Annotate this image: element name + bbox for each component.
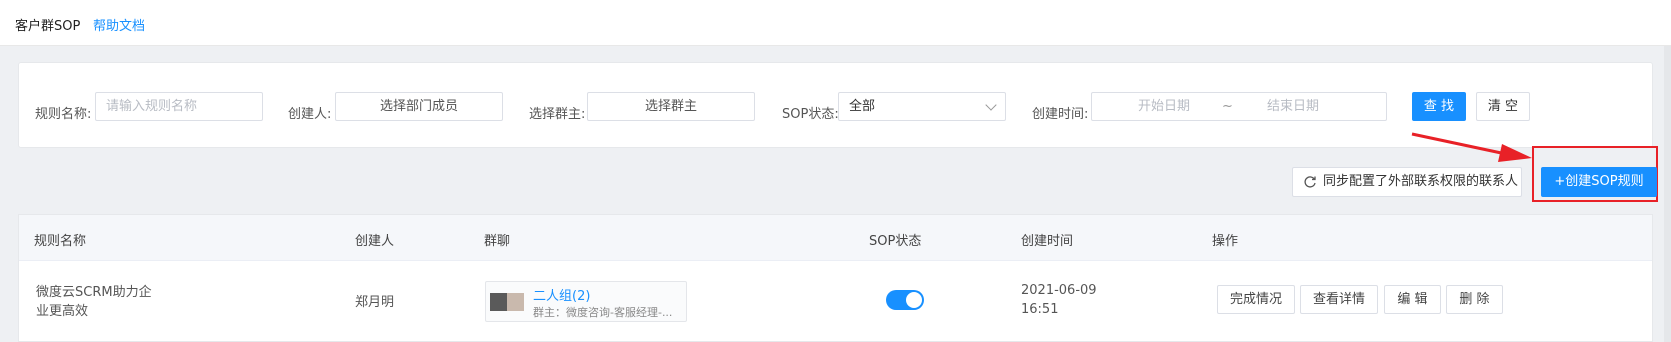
- created-time: 16:51: [1021, 302, 1059, 317]
- scrollbar[interactable]: [1664, 46, 1671, 342]
- start-date-input[interactable]: 开始日期: [1138, 93, 1190, 120]
- created-time-cell: 2021-06-09 16:51: [1021, 281, 1097, 319]
- refresh-icon: [1304, 176, 1316, 188]
- view-details-button[interactable]: 查看详情: [1300, 285, 1378, 314]
- rule-name-line: 业更高效: [36, 304, 89, 319]
- date-range-picker[interactable]: 开始日期 ~ 结束日期: [1091, 92, 1387, 121]
- create-sop-rule-button[interactable]: +创建SOP规则: [1541, 167, 1657, 197]
- date-separator: ~: [1222, 99, 1233, 114]
- help-doc-link[interactable]: 帮助文档: [93, 15, 145, 34]
- page-title: 客户群SOP: [15, 19, 81, 34]
- sync-contacts-button[interactable]: 同步配置了外部联系权限的联系人: [1292, 167, 1522, 197]
- sync-button-label: 同步配置了外部联系权限的联系人: [1323, 174, 1519, 189]
- table-header: 规则名称 创建人 群聊 SOP状态 创建时间 操作: [19, 215, 1652, 261]
- sop-status-select[interactable]: 全部: [838, 92, 1006, 121]
- sop-status-value: 全部: [849, 99, 876, 114]
- group-chat-card: 二人组(2) 群主：微度咨询-客服经理-...: [485, 281, 687, 322]
- sop-status-toggle[interactable]: [886, 290, 924, 310]
- col-operations: 操作: [1212, 234, 1239, 249]
- created-date: 2021-06-09: [1021, 283, 1097, 298]
- completion-status-button[interactable]: 完成情况: [1217, 285, 1295, 314]
- col-sop-status: SOP状态: [869, 234, 922, 249]
- group-owner-text: 群主：微度咨询-客服经理-...: [533, 306, 673, 319]
- chevron-down-icon: [985, 99, 997, 111]
- rule-name-cell: 微度云SCRM助力企 业更高效: [36, 283, 156, 321]
- end-date-input[interactable]: 结束日期: [1267, 93, 1319, 120]
- rule-name-label: 规则名称:: [35, 107, 92, 122]
- rule-name-input[interactable]: 请输入规则名称: [95, 92, 263, 121]
- edit-button[interactable]: 编 辑: [1384, 285, 1441, 314]
- sop-rules-table: 规则名称 创建人 群聊 SOP状态 创建时间 操作 微度云SCRM助力企 业更高…: [18, 214, 1653, 342]
- col-rule-name: 规则名称: [34, 234, 87, 249]
- creator-label: 创建人:: [288, 107, 332, 122]
- clear-button[interactable]: 清 空: [1476, 92, 1530, 121]
- top-bar: 客户群SOP 帮助文档: [0, 0, 1671, 46]
- avatar: [507, 293, 524, 311]
- group-name-link[interactable]: 二人组(2): [533, 285, 590, 304]
- group-owner-select[interactable]: 选择群主: [587, 92, 755, 121]
- col-created-time: 创建时间: [1021, 234, 1074, 249]
- delete-button[interactable]: 删 除: [1446, 285, 1503, 314]
- col-creator: 创建人: [355, 234, 395, 249]
- group-avatar: [490, 293, 524, 311]
- group-owner-label: 选择群主:: [529, 107, 586, 122]
- creator-select[interactable]: 选择部门成员: [335, 92, 503, 121]
- annotation-arrow-icon: [1411, 132, 1532, 162]
- created-time-label: 创建时间:: [1032, 107, 1089, 122]
- creator-cell: 郑月明: [355, 295, 395, 310]
- filter-panel: 规则名称: 请输入规则名称 创建人: 选择部门成员 选择群主: 选择群主 SOP…: [18, 62, 1653, 148]
- rule-name-line: 微度云SCRM助力企: [36, 285, 152, 300]
- col-group-chat: 群聊: [484, 234, 511, 249]
- toggle-knob: [906, 292, 922, 308]
- avatar: [490, 293, 507, 311]
- sop-status-label: SOP状态:: [782, 107, 839, 122]
- search-button[interactable]: 查 找: [1412, 92, 1466, 121]
